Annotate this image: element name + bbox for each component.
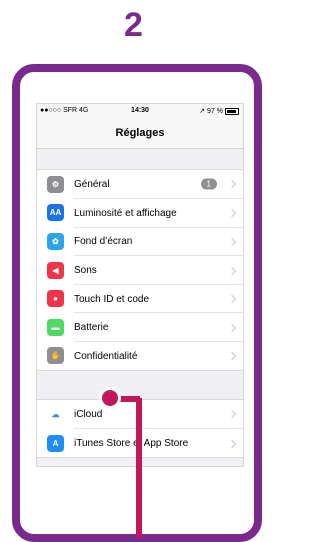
step-number: 2 xyxy=(124,6,143,44)
page-title: Réglages xyxy=(115,127,165,139)
chevron-right-icon xyxy=(227,237,237,247)
battery-icon xyxy=(225,107,239,115)
settings-row-speaker[interactable]: ◀ Sons xyxy=(37,255,243,285)
brightness-icon: AA xyxy=(47,204,64,222)
appstore-icon: A xyxy=(47,434,64,452)
settings-row-label: Luminosité et affichage xyxy=(74,207,177,219)
chevron-right-icon xyxy=(227,410,237,419)
chevron-right-icon xyxy=(227,180,237,189)
battery-icon: ▬ xyxy=(47,318,64,336)
settings-row-label: Fond d’écran xyxy=(74,236,133,248)
speaker-icon: ◀ xyxy=(47,261,64,279)
cloud-icon: ☁ xyxy=(47,405,64,423)
hand-icon: ✋ xyxy=(47,347,64,365)
battery-status: ↗ 97 % xyxy=(199,107,239,115)
settings-row-brightness[interactable]: AA Luminosité et affichage xyxy=(37,198,243,228)
settings-row-hand[interactable]: ✋ Confidentialité xyxy=(37,341,243,371)
settings-row-label: Sons xyxy=(74,265,97,277)
settings-row-fingerprint[interactable]: ● Touch ID et code xyxy=(37,283,243,313)
chevron-right-icon xyxy=(227,266,237,275)
fingerprint-icon: ● xyxy=(47,290,64,308)
settings-group-main: ⚙ Général 1 AA Luminosité et affichage ✿ Fond … xyxy=(37,169,243,372)
gear-icon: ⚙ xyxy=(47,175,64,193)
wallpaper-icon: ✿ xyxy=(47,232,64,250)
chevron-right-icon xyxy=(227,439,237,448)
settings-row-label: iTunes Store et App Store xyxy=(74,438,189,450)
settings-row-label: Confidentialité xyxy=(74,350,138,362)
settings-row-gear[interactable]: ⚙ Général 1 xyxy=(37,170,243,199)
chevron-right-icon xyxy=(227,294,237,304)
battery-percent: ↗ 97 % xyxy=(199,108,223,115)
settings-row-battery[interactable]: ▬ Batterie xyxy=(37,312,243,342)
chevron-right-icon xyxy=(227,323,237,333)
update-badge: 1 xyxy=(200,178,217,190)
settings-row-label: Touch ID et code xyxy=(74,293,150,305)
pointer-line xyxy=(136,398,142,538)
status-bar: ●●○○○ SFR 4G 14:30 ↗ 97 % xyxy=(37,104,243,118)
settings-row-wallpaper[interactable]: ✿ Fond d’écran xyxy=(37,226,243,256)
settings-row-label: Général xyxy=(74,178,110,190)
chevron-right-icon xyxy=(227,209,237,218)
chevron-right-icon xyxy=(227,352,237,361)
pointer-dot xyxy=(99,387,121,409)
settings-row-label: iCloud xyxy=(74,408,103,420)
settings-row-label: Batterie xyxy=(74,322,109,334)
nav-bar: Réglages xyxy=(37,118,243,149)
